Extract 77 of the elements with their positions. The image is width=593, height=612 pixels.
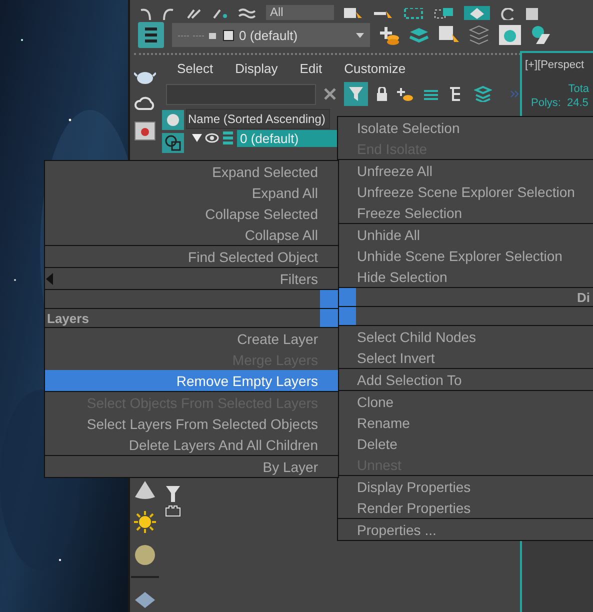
menu-item[interactable]: Select Invert bbox=[338, 347, 593, 368]
waves-icon[interactable] bbox=[238, 8, 256, 20]
menu-item[interactable]: Unfreeze All bbox=[338, 160, 593, 181]
menu-item[interactable]: Clone bbox=[338, 391, 593, 412]
menu-bar-item[interactable]: Display bbox=[235, 61, 278, 81]
lock-icon[interactable] bbox=[376, 87, 388, 101]
menu-item[interactable]: Freeze Selection bbox=[338, 202, 593, 223]
menu-item[interactable]: Expand All bbox=[45, 182, 338, 203]
expand-arrow-icon[interactable] bbox=[192, 134, 202, 142]
menu-item[interactable]: Add Selection To bbox=[338, 369, 593, 390]
menu-item[interactable]: Remove Empty Layers bbox=[45, 370, 338, 391]
filter-icon[interactable] bbox=[348, 86, 364, 102]
search-field[interactable] bbox=[166, 84, 316, 104]
funnel-icon[interactable] bbox=[166, 486, 180, 502]
menu-item[interactable]: Hide Selection bbox=[338, 266, 593, 287]
rotate-icon[interactable] bbox=[500, 8, 516, 20]
shapes-icon[interactable] bbox=[530, 24, 552, 46]
layer-explorer-button[interactable] bbox=[138, 22, 164, 48]
viewport-label[interactable]: [+][Perspect bbox=[525, 59, 593, 71]
cloud-icon[interactable] bbox=[134, 95, 156, 111]
menu-item[interactable]: Isolate Selection bbox=[338, 117, 593, 138]
eye-icon[interactable] bbox=[205, 133, 219, 143]
bracket-icon[interactable] bbox=[165, 505, 181, 517]
stats-heading: Tota bbox=[568, 83, 590, 95]
menu-bar-item[interactable]: Customize bbox=[344, 61, 406, 81]
window-select-icon[interactable] bbox=[434, 8, 454, 20]
undo-icon[interactable] bbox=[138, 8, 152, 20]
menu-item[interactable]: Properties ... bbox=[338, 519, 593, 540]
menu-item[interactable]: Render Properties bbox=[338, 497, 593, 518]
menu-item[interactable]: Select Child Nodes bbox=[338, 326, 593, 347]
layer-dropdown[interactable]: 0 (default) bbox=[172, 23, 370, 47]
column-header[interactable]: Name (Sorted Ascending) bbox=[186, 109, 330, 129]
select-cursor-icon[interactable] bbox=[344, 8, 364, 20]
section-marker bbox=[338, 288, 356, 306]
render-setup-icon[interactable] bbox=[498, 23, 522, 47]
display-objects-button[interactable] bbox=[162, 110, 184, 130]
menu-item[interactable]: Delete Layers And All Children bbox=[45, 434, 338, 455]
layer-state-icon[interactable] bbox=[178, 30, 218, 40]
menu-item[interactable]: Display Properties bbox=[338, 476, 593, 497]
menu-item[interactable]: Unhide All bbox=[338, 224, 593, 245]
create-layer-icon[interactable] bbox=[378, 24, 400, 46]
menu-item[interactable]: Collapse Selected bbox=[45, 203, 338, 224]
sphere-icon[interactable] bbox=[134, 544, 156, 566]
region-select-icon[interactable] bbox=[404, 8, 424, 20]
stat-label: Polys: bbox=[531, 97, 561, 109]
menu-section-header: Layers bbox=[46, 310, 90, 326]
menu-item[interactable]: Unfreeze Scene Explorer Selection bbox=[338, 181, 593, 202]
menu-item[interactable]: Unhide Scene Explorer Selection bbox=[338, 245, 593, 266]
menu-item[interactable]: By Layer bbox=[45, 456, 338, 477]
menu-item[interactable]: Collapse All bbox=[45, 224, 338, 245]
menu-item[interactable]: Find Selected Object bbox=[45, 246, 338, 267]
layer-color-swatch-icon[interactable] bbox=[223, 30, 234, 40]
filter-button[interactable] bbox=[344, 82, 368, 106]
menu-item[interactable]: Delete bbox=[338, 433, 593, 454]
layer-stack-icon[interactable] bbox=[468, 24, 490, 46]
selection-filter-dropdown[interactable]: All bbox=[266, 5, 334, 20]
section-marker bbox=[320, 290, 338, 308]
menu-item[interactable]: Rename bbox=[338, 412, 593, 433]
cone-icon[interactable] bbox=[134, 480, 156, 500]
menu-item[interactable]: Expand Selected bbox=[45, 161, 338, 182]
stat-value: 24.5 bbox=[566, 97, 588, 109]
menu-bar-item[interactable]: Edit bbox=[300, 61, 322, 81]
circle-icon[interactable] bbox=[166, 113, 180, 127]
menu-bar-item[interactable]: Select bbox=[177, 61, 214, 81]
layer-name: 0 (default) bbox=[239, 28, 299, 42]
clear-icon[interactable] bbox=[324, 88, 336, 100]
menu-section-header: Di bbox=[576, 290, 591, 304]
menu-item[interactable]: Select Layers From Selected Objects bbox=[45, 413, 338, 434]
new-layer-icon[interactable] bbox=[396, 86, 414, 102]
menu-item[interactable]: Create Layer bbox=[45, 328, 338, 349]
menu-item[interactable]: Filters bbox=[45, 268, 338, 289]
section-marker bbox=[338, 307, 356, 325]
redo-icon[interactable] bbox=[162, 8, 176, 20]
sun-icon[interactable] bbox=[133, 510, 157, 534]
dropdown-caret-icon[interactable] bbox=[356, 32, 364, 38]
material-preview-icon[interactable] bbox=[134, 121, 156, 141]
section-marker bbox=[320, 309, 338, 327]
